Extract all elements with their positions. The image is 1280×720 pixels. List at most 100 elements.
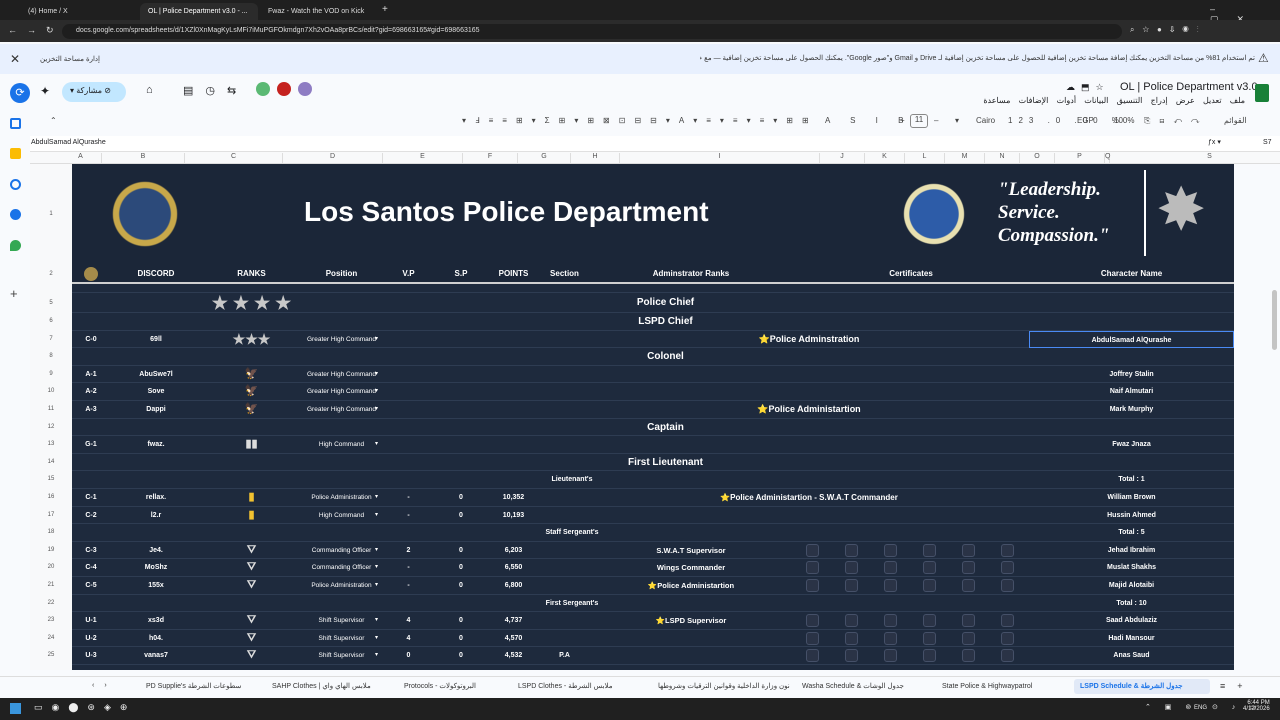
menu-file[interactable]: ملف xyxy=(1230,96,1245,105)
section-row[interactable]: ★ ★ ★ ★ Police Chief xyxy=(72,293,1234,313)
account-avatar[interactable]: ⟳ xyxy=(10,83,30,103)
character-name[interactable]: Jehad Ibrahim xyxy=(1029,542,1234,560)
dropdown-chevron[interactable]: ▾ xyxy=(301,489,382,507)
tasks-icon[interactable] xyxy=(10,179,21,190)
rank-stars[interactable]: ★ ★ ★ ★ xyxy=(202,293,301,313)
points-value[interactable] xyxy=(487,331,540,349)
row-number[interactable]: 17 xyxy=(30,507,72,525)
column-header[interactable]: S xyxy=(1110,153,1280,164)
clock[interactable]: 6:44 PM 4/12/2026 xyxy=(1243,700,1270,712)
section-row[interactable]: LSPD Chief xyxy=(72,313,1234,331)
row-number[interactable]: 12 xyxy=(30,419,72,437)
points-value[interactable]: 6,203 xyxy=(487,542,540,560)
chevron-down-icon[interactable]: ▾ xyxy=(375,542,378,560)
dropdown-chevron[interactable]: ▾ xyxy=(301,436,382,454)
column-header[interactable]: C xyxy=(185,153,283,164)
sheet-tab[interactable]: LSPD Clothes - ملابس الشرطة xyxy=(512,679,646,694)
column-header[interactable]: G xyxy=(518,153,571,164)
section-value[interactable] xyxy=(540,630,589,648)
points-value[interactable]: 4,532 xyxy=(487,647,540,665)
number-format-tools[interactable]: 123 .0 .00 % xyxy=(1008,116,1125,125)
points-value[interactable]: 6,800 xyxy=(487,577,540,595)
dropdown-chevron[interactable]: ▾ xyxy=(301,612,382,630)
cell-reference[interactable]: S7 xyxy=(1263,139,1272,146)
points-value[interactable]: 10,352 xyxy=(487,489,540,507)
section-row[interactable]: First Sergeant's Total : 10 xyxy=(72,595,1234,613)
section-value[interactable] xyxy=(540,436,589,454)
sp-value[interactable]: 0 xyxy=(435,577,487,595)
keep-icon[interactable] xyxy=(10,148,21,159)
maps-icon[interactable] xyxy=(10,240,21,251)
sheet-tab[interactable]: State Police & Highwaypatrol xyxy=(936,679,1068,694)
font-dropdown-chevron[interactable]: ▾ xyxy=(955,116,959,125)
admin-rank[interactable]: ⭐Police Administartion - S.W.A.T Command… xyxy=(589,489,1029,507)
tray-icons[interactable]: ⌃ ▣ ⊚ xyxy=(1145,703,1197,711)
table-row[interactable]: A-1 AbuSwe7l 🦅 Greater High Command ▾ Joffrey… xyxy=(72,366,1234,384)
admin-rank[interactable] xyxy=(589,383,1029,401)
dropdown-chevron[interactable]: ▾ xyxy=(301,630,382,648)
chevron-down-icon[interactable]: ▾ xyxy=(375,331,378,349)
points-value[interactable]: 4,570 xyxy=(487,630,540,648)
sheet-tab[interactable]: SAHP Clothes | ملابس الهاي واي xyxy=(266,679,392,694)
table-row[interactable]: C-3 Je4. ⛛ Commanding Officer ▾ 2 0 6,203 S.W.A.… xyxy=(72,542,1234,560)
section-value[interactable] xyxy=(540,542,589,560)
row-number[interactable]: 21 xyxy=(30,577,72,595)
column-header[interactable]: H xyxy=(571,153,620,164)
doc-status-icons[interactable]: ☁⬒☆ xyxy=(1066,82,1110,93)
row-number[interactable]: 19 xyxy=(30,542,72,560)
points-value[interactable] xyxy=(487,366,540,384)
points-value[interactable]: 6,550 xyxy=(487,559,540,577)
font-size-decrease[interactable]: + xyxy=(900,116,905,125)
vp-value[interactable] xyxy=(382,366,435,384)
vp-value[interactable]: 0 xyxy=(382,647,435,665)
member-id[interactable]: U-1 xyxy=(72,612,110,630)
character-name[interactable]: Hussin Ahmed xyxy=(1029,507,1234,525)
vp-value[interactable] xyxy=(382,401,435,419)
vp-value[interactable] xyxy=(382,331,435,349)
member-id[interactable]: U-3 xyxy=(72,647,110,665)
format-tools[interactable]: ▾Ⅎ≡≡⊞▾Σ⊞▾⊞⊠⊡⊟⊟▾A▾≡▾≡▾≡▾⊞⊞ xyxy=(462,116,818,125)
row-number[interactable]: 14 xyxy=(30,454,72,472)
sheet-tab[interactable]: قانون وزارة الداخلية وقوانين الترقيات وش… xyxy=(652,679,790,694)
row-number[interactable]: 1 xyxy=(30,164,72,264)
table-row[interactable]: C-0 69ll ★★★ Greater High Command ▾ ⭐Police A… xyxy=(72,330,1234,349)
dropdown-chevron[interactable]: ▾ xyxy=(301,507,382,525)
vp-value[interactable] xyxy=(382,383,435,401)
rank-insignia[interactable]: ⛛ xyxy=(202,559,301,577)
dropdown-chevron[interactable]: ▾ xyxy=(301,559,382,577)
rank-insignia[interactable]: 🦅 xyxy=(202,366,301,384)
member-id[interactable]: C-5 xyxy=(72,577,110,595)
font-size-increase[interactable]: – xyxy=(934,116,938,125)
row-number[interactable]: 25 xyxy=(30,647,72,665)
browser-tab-kick[interactable]: Fwaz - Watch the VOD on Kick xyxy=(260,3,378,20)
subsection-title[interactable]: First Sergeant's xyxy=(452,595,692,613)
menu-data[interactable]: البيانات xyxy=(1084,96,1108,105)
member-id[interactable]: C-2 xyxy=(72,507,110,525)
section-total[interactable]: Total : 10 xyxy=(1029,595,1234,613)
sp-value[interactable]: 0 xyxy=(435,507,487,525)
language-indicator[interactable]: ENG xyxy=(1194,705,1207,711)
admin-rank[interactable]: ⭐LSPD Supervisor xyxy=(589,612,793,630)
sp-value[interactable] xyxy=(435,366,487,384)
character-name[interactable]: Muslat Shakhs xyxy=(1029,559,1234,577)
discord-name[interactable]: 69ll xyxy=(110,331,202,349)
rank-insignia[interactable]: 🦅 xyxy=(202,383,301,401)
member-id[interactable]: C-1 xyxy=(72,489,110,507)
column-header[interactable]: M xyxy=(945,153,985,164)
calendar-icon[interactable] xyxy=(10,118,21,129)
menu-format[interactable]: التنسيق xyxy=(1117,96,1143,105)
character-name[interactable]: Anas Saud xyxy=(1029,647,1234,665)
character-name[interactable]: Hadi Mansour xyxy=(1029,630,1234,648)
chevron-down-icon[interactable]: ▾ xyxy=(375,366,378,384)
column-header[interactable]: L xyxy=(905,153,945,164)
extension-icons[interactable]: ⌕☆●⇩◉⋮ xyxy=(1130,25,1207,35)
collapse-icon[interactable]: ⌃ xyxy=(50,116,57,125)
doc-title[interactable]: OL | Police Department v3.0 xyxy=(1120,81,1258,93)
sheet-menu-icons[interactable]: ≡+ xyxy=(1220,681,1255,691)
discord-name[interactable]: vanas7 xyxy=(110,647,202,665)
column-header[interactable]: K xyxy=(865,153,905,164)
section-total[interactable]: Total : 5 xyxy=(1029,524,1234,542)
sp-value[interactable] xyxy=(435,436,487,454)
chevron-down-icon[interactable]: ▾ xyxy=(375,489,378,507)
font-size-field[interactable]: 11 xyxy=(910,114,928,128)
